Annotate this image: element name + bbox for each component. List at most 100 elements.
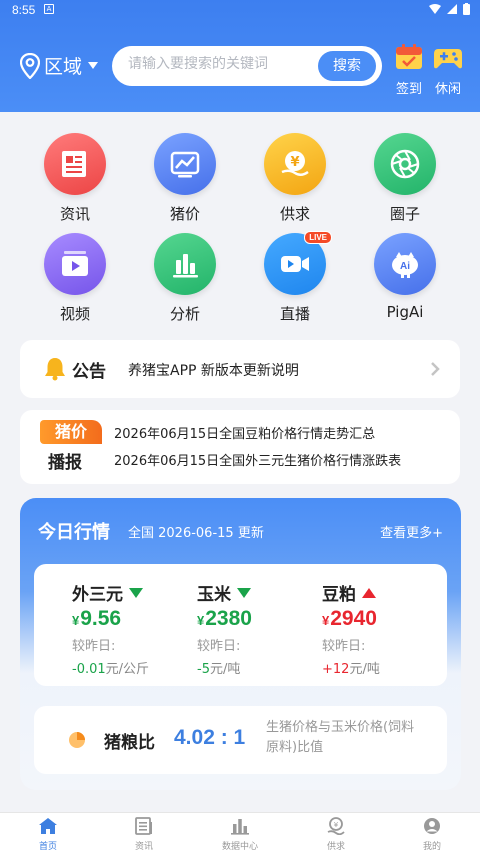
price-name: 豆粕 [322,585,356,605]
price-item-soymeal: 豆粕 ¥2940 较昨日: +12元/吨 [322,580,452,677]
status-bar: 8:55 A [0,0,480,20]
header: 8:55 A 区域 搜索 签到 [0,0,480,112]
price-change: -0.01 [72,662,106,677]
menu-item-analysis[interactable]: 分析 [145,233,225,324]
signal-icon [447,4,457,14]
battery-icon [463,3,470,15]
chevron-right-icon [431,362,440,376]
menu-label: 视频 [59,305,90,323]
news-item[interactable]: 2026年06月15日全国外三元生猪价格行情涨跌表 [114,450,401,469]
announcement-text: 养猪宝APP 新版本更新说明 [128,363,299,379]
tab-label: 我的 [422,842,441,852]
today-market-panel: 今日行情 全国 2026-06-15 更新 查看更多+ 外三元 ¥9.56 较昨… [20,498,461,790]
tab-supply[interactable]: ¥ 供求 [306,817,366,852]
announcement-bar[interactable]: 公告 养猪宝APP 新版本更新说明 [20,340,460,398]
menu-label: 供求 [279,205,310,223]
pig-grain-ratio-card[interactable]: 猪粮比 4.02 : 1 生猪价格与玉米价格(饲料原料)比值 [34,706,447,774]
price-value: 9.56 [80,607,122,630]
svg-text:¥: ¥ [290,155,299,170]
broadcast-tag: 播报 [48,453,82,473]
price-change: -5 [197,662,210,677]
leisure-button[interactable]: 休闲 [431,44,465,97]
market-subtitle: 全国 2026-06-15 更新 [128,526,264,541]
price-tag: 猪价 [40,420,102,444]
currency-symbol: ¥ [322,613,330,628]
search-input[interactable] [128,56,308,72]
menu-item-pigai[interactable]: Ai PigAi [365,233,445,321]
tab-news[interactable]: 资讯 [114,817,174,852]
price-value: 2940 [330,607,377,630]
location-pin-icon [20,52,40,79]
bottom-tab-bar: 首页 资讯 数据中心 ¥ 供求 我的 [0,812,480,853]
notification-a-icon: A [44,4,54,14]
bell-icon [45,358,65,381]
region-label: 区域 [44,56,83,78]
ratio-description: 生猪价格与玉米价格(饲料原料)比值 [266,720,415,755]
currency-symbol: ¥ [72,613,80,628]
profile-icon [424,818,440,834]
trend-up-icon [362,587,376,598]
price-broadcast-card: 猪价 播报 2026年06月15日全国豆粕价格行情走势汇总 2026年06月15… [20,410,460,484]
announcement-title: 公告 [72,362,106,382]
live-badge: LIVE [304,231,332,244]
menu-label: 资讯 [59,205,90,223]
trend-down-icon [129,587,143,598]
menu-item-pig-price[interactable]: 猪价 [145,133,225,224]
compare-label: 较昨日: [72,639,116,654]
gamepad-icon [434,49,462,69]
market-title: 今日行情 [38,522,110,543]
supply-icon: ¥ [327,817,345,836]
menu-label: 猪价 [169,205,200,223]
price-name: 玉米 [197,585,231,605]
home-icon [39,818,57,834]
signin-button[interactable]: 签到 [392,44,426,97]
search-bar: 搜索 [112,46,382,86]
menu-item-news[interactable]: 资讯 [35,133,115,224]
tab-label: 供求 [326,842,345,852]
price-value: 2380 [205,607,252,630]
currency-symbol: ¥ [197,613,205,628]
region-selector[interactable]: 区域 [20,52,99,79]
pie-chart-icon [69,732,85,748]
compare-label: 较昨日: [197,639,241,654]
calendar-checkin-icon [396,44,422,69]
news-icon [44,133,106,195]
price-unit: 元/公斤 [105,662,150,677]
tab-home[interactable]: 首页 [18,817,78,852]
svg-text:¥: ¥ [334,821,339,829]
tab-label: 首页 [38,842,57,852]
price-unit: 元/吨 [349,662,380,677]
menu-label: 直播 [279,305,310,323]
live-camera-icon: LIVE [264,231,332,295]
yuan-icon: ¥ [264,133,326,195]
aperture-icon [374,133,436,195]
price-item-pig: 外三元 ¥9.56 较昨日: -0.01元/公斤 [72,580,202,677]
price-summary-card[interactable]: 外三元 ¥9.56 较昨日: -0.01元/公斤 玉米 ¥2380 较昨日: -… [34,564,447,686]
tab-label: 数据中心 [221,842,258,852]
menu-label: 分析 [169,305,200,323]
video-icon [44,233,106,295]
search-button[interactable]: 搜索 [318,51,376,81]
news-icon [135,817,152,835]
data-center-icon [231,819,249,835]
leisure-label: 休闲 [434,82,461,97]
menu-item-supply[interactable]: ¥ 供求 [255,133,335,224]
chart-icon [154,133,216,195]
menu-label: PigAi [386,303,424,321]
tab-profile[interactable]: 我的 [402,817,462,852]
ratio-name: 猪粮比 [104,733,155,753]
price-change: +12 [322,662,350,677]
svg-text:Ai: Ai [400,261,410,272]
tab-data-center[interactable]: 数据中心 [210,817,270,852]
signin-label: 签到 [395,82,422,97]
view-more-link[interactable]: 查看更多+ [380,522,443,541]
menu-item-circle[interactable]: 圈子 [365,133,445,224]
bar-chart-icon [154,233,216,295]
menu-item-video[interactable]: 视频 [35,233,115,324]
caret-down-icon [88,62,99,69]
menu-item-live[interactable]: LIVE 直播 [255,231,335,324]
piggy-ai-icon: Ai [374,233,436,295]
trend-down-icon [237,587,251,598]
news-item[interactable]: 2026年06月15日全国豆粕价格行情走势汇总 [114,423,375,442]
status-time: 8:55 [12,3,36,17]
